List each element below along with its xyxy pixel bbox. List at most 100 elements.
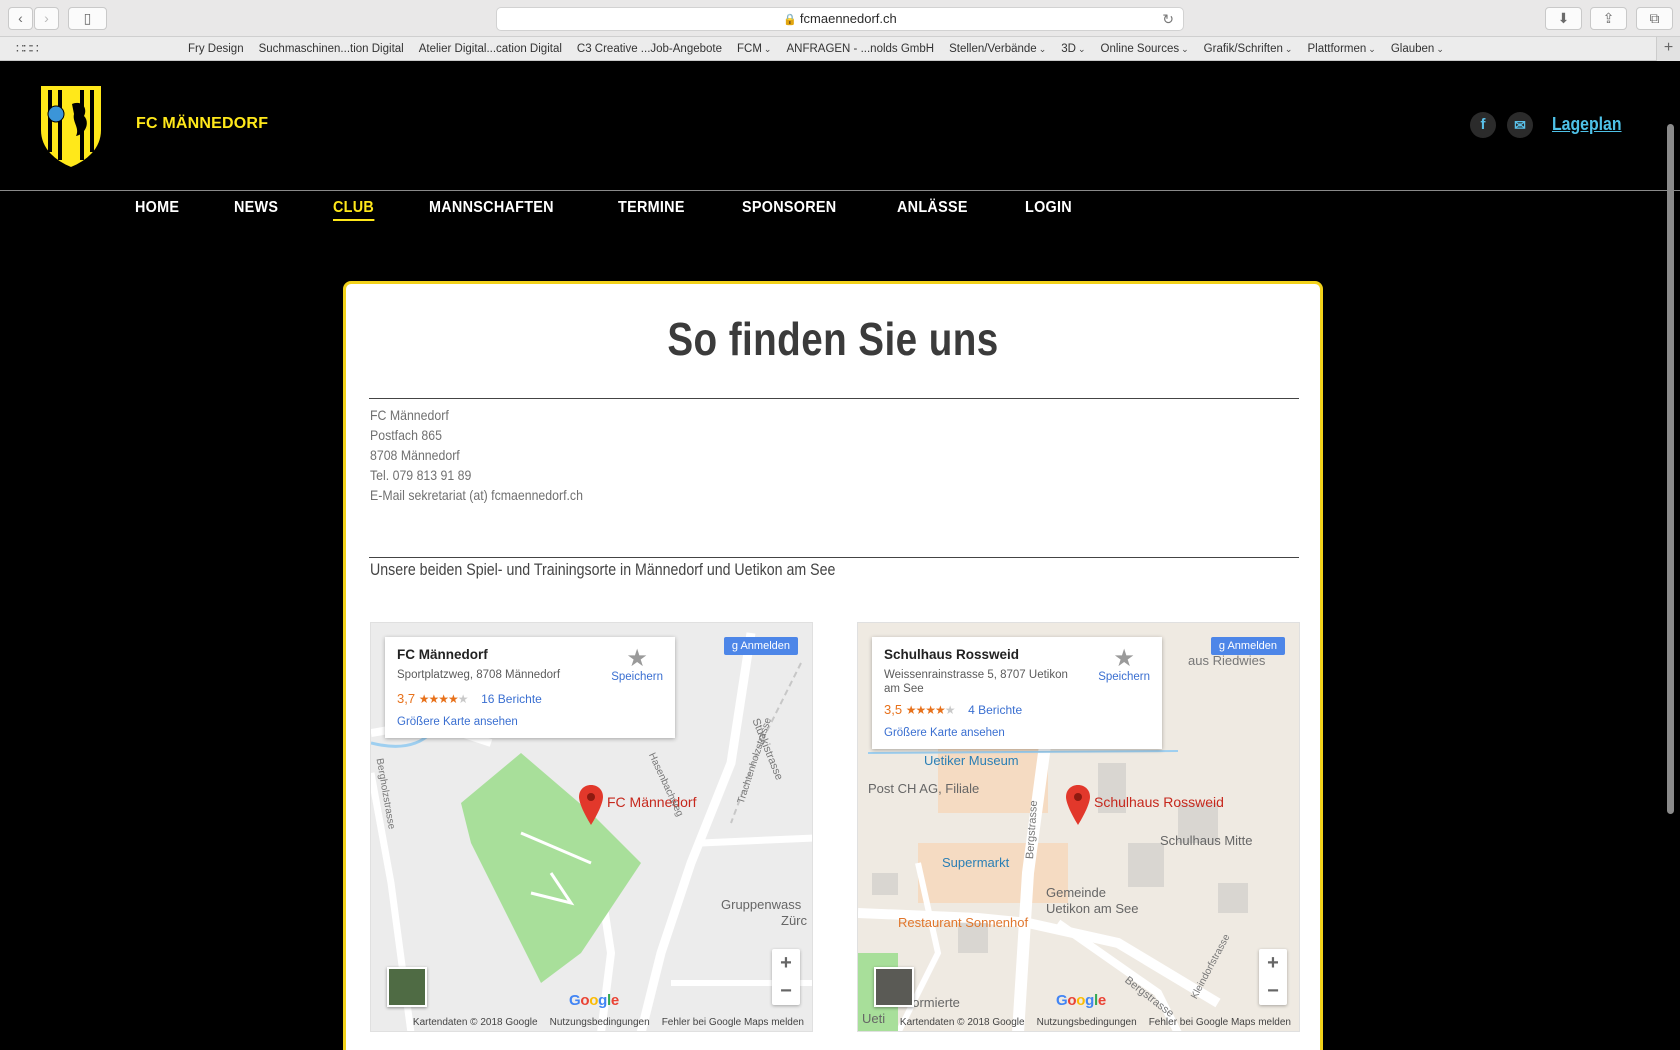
bookmark-item[interactable]: Atelier Digital...cation Digital — [419, 43, 562, 55]
header-divider — [0, 190, 1680, 191]
chevron-down-icon: ⌄ — [1077, 44, 1086, 54]
bookmark-item[interactable]: Fry Design — [188, 43, 244, 55]
nav-item-anlässe[interactable]: ANLÄSSE — [897, 199, 968, 221]
divider — [369, 398, 1299, 399]
supermarket-label: Supermarkt — [942, 855, 1010, 870]
terms-link[interactable]: Nutzungsbedingungen — [1037, 1017, 1137, 1028]
website: FC MÄNNEDORF f ✉ Lageplan HOME NEWS CLUB MA… — [0, 62, 1680, 1050]
place-rating: 3,7 ★★★★★ 16 Berichte — [397, 691, 663, 706]
bookmark-label: Fry Design — [188, 43, 244, 55]
chevron-down-icon: ⌄ — [1284, 44, 1293, 54]
place-address: Sportplatzweg, 8708 Männedorf — [397, 669, 561, 681]
address-line: Tel. 079 813 91 89 — [370, 467, 472, 483]
bookmark-list: Fry Design Suchmaschinen...tion Digital At… — [188, 37, 1459, 61]
report-error-link[interactable]: Fehler bei Google Maps melden — [662, 1017, 804, 1028]
save-label: Speichern — [1098, 671, 1150, 683]
municipality-label: Gemeinde — [1046, 885, 1106, 900]
bookmark-item[interactable]: Stellen/Verbände ⌄ — [949, 43, 1046, 55]
place-info-card: FC Männedorf Sportplatzweg, 8708 Männedo… — [385, 637, 675, 738]
nav-item-club[interactable]: CLUB — [333, 199, 375, 221]
mail-icon[interactable]: ✉ — [1507, 112, 1533, 138]
bookmark-item[interactable]: Glauben ⌄ — [1391, 43, 1444, 55]
nav-item-home[interactable]: HOME — [135, 199, 179, 221]
save-button[interactable]: ★ Speichern — [611, 647, 663, 684]
reviews-link[interactable]: 16 Berichte — [481, 692, 542, 706]
chevron-down-icon: ⌄ — [1436, 44, 1444, 54]
bookmark-label: Atelier Digital...cation Digital — [418, 43, 562, 55]
map-pin-icon[interactable] — [579, 785, 603, 825]
zoom-out-button[interactable]: − — [1259, 977, 1287, 1005]
star-icon: ★ — [1113, 645, 1135, 672]
pin-label: Schulhaus Rossweid — [1094, 794, 1224, 810]
locations-subtitle: Unsere beiden Spiel- und Trainingsorte i… — [370, 561, 836, 579]
bookmark-label: Online Sources — [1100, 43, 1180, 55]
zoom-control: + − — [1259, 949, 1287, 1005]
divider — [369, 557, 1299, 558]
save-button[interactable]: ★ Speichern — [1098, 645, 1150, 684]
nav-item-news[interactable]: NEWS — [234, 199, 278, 221]
nav-item-mannschaften[interactable]: MANNSCHAFTEN — [429, 199, 554, 221]
apps-grid-icon[interactable]: ∷∷∷ — [16, 41, 39, 57]
tabs-overview-button[interactable]: ⧉ — [1636, 7, 1673, 30]
lageplan-link[interactable]: Lageplan — [1552, 114, 1622, 135]
share-button[interactable]: ⇪ — [1590, 7, 1627, 30]
bookmarks-bar: ∷∷∷ Fry Design Suchmaschinen...tion Digit… — [0, 37, 1680, 61]
club-logo[interactable] — [36, 82, 106, 170]
chevron-down-icon: ⌄ — [763, 44, 772, 54]
bookmark-item[interactable]: ANFRAGEN - ...nolds GmbH — [786, 43, 934, 55]
zoom-out-button[interactable]: − — [772, 977, 800, 1005]
bookmark-item[interactable]: FCM ⌄ — [737, 43, 771, 55]
nav-item-termine[interactable]: TERMINE — [618, 199, 685, 221]
map-fc-maennedorf[interactable]: FC Männedorf Sportplatzweg, 8708 Männedo… — [370, 622, 813, 1032]
reviews-link[interactable]: 4 Berichte — [968, 703, 1022, 717]
rating-value: 3,5 — [884, 702, 903, 717]
terms-link[interactable]: Nutzungsbedingungen — [550, 1017, 650, 1028]
page-scrollbar[interactable] — [1667, 124, 1674, 814]
new-tab-button[interactable]: + — [1656, 37, 1680, 61]
zoom-in-button[interactable]: + — [772, 949, 800, 977]
rating-value: 3,7 — [397, 691, 416, 706]
tabs-icon: ⧉ — [1649, 10, 1660, 26]
bookmark-label: Grafik/Schriften — [1203, 43, 1283, 55]
map-pin-icon[interactable] — [1066, 785, 1090, 825]
restaurant-label: Restaurant Sonnenhof — [898, 915, 1029, 930]
facebook-icon[interactable]: f — [1470, 112, 1496, 138]
bookmark-item[interactable]: 3D ⌄ — [1061, 43, 1085, 55]
google-logo: Google — [1056, 992, 1106, 1009]
browser-toolbar: ‹ › ▯ 🔒 fcmaennedorf.ch ↻ ⬇ ⇪ ⧉ — [0, 0, 1680, 37]
downloads-button[interactable]: ⬇ — [1545, 7, 1582, 30]
signin-label: Anmelden — [740, 640, 790, 652]
address-bar[interactable]: 🔒 fcmaennedorf.ch ↻ — [496, 7, 1184, 31]
map-attribution: Kartendaten © 2018 Google Nutzungsbedingu… — [401, 1017, 804, 1028]
bookmark-item[interactable]: Suchmaschinen...tion Digital — [259, 43, 404, 55]
chevron-down-icon: ⌄ — [1038, 44, 1047, 54]
larger-map-link[interactable]: Größere Karte ansehen — [397, 716, 663, 728]
bookmark-item[interactable]: C3 Creative ...Job-Angebote — [577, 43, 722, 55]
forward-button[interactable]: › — [34, 7, 59, 30]
nav-item-login[interactable]: LOGIN — [1025, 199, 1072, 221]
map-data-label: Kartendaten © 2018 Google — [412, 1017, 538, 1028]
satellite-toggle[interactable] — [387, 967, 427, 1007]
reload-icon[interactable]: ↻ — [1162, 8, 1174, 30]
bookmark-label: ANFRAGEN - ...nolds GmbH — [786, 43, 935, 55]
signin-button[interactable]: g Anmelden — [723, 637, 798, 655]
download-icon: ⬇ — [1557, 10, 1570, 26]
satellite-toggle[interactable] — [874, 967, 914, 1007]
nav-item-sponsoren[interactable]: SPONSOREN — [742, 199, 836, 221]
sidebar-toggle-button[interactable]: ▯ — [68, 7, 107, 30]
address-line: Postfach 865 — [370, 427, 442, 443]
municipality-label: Uetikon am See — [1046, 901, 1139, 916]
site-brand[interactable]: FC MÄNNEDORF — [136, 115, 268, 133]
larger-map-link[interactable]: Größere Karte ansehen — [884, 727, 1150, 739]
report-error-link[interactable]: Fehler bei Google Maps melden — [1149, 1017, 1291, 1028]
bookmark-item[interactable]: Plattformen ⌄ — [1307, 43, 1375, 55]
map-data-label: Kartendaten © 2018 Google — [899, 1017, 1025, 1028]
bookmark-label: FCM — [737, 43, 762, 55]
zoom-in-button[interactable]: + — [1259, 949, 1287, 977]
lock-icon: 🔒 — [783, 14, 797, 26]
url-text: fcmaennedorf.ch — [799, 11, 897, 26]
back-button[interactable]: ‹ — [8, 7, 33, 30]
map-schulhaus-rossweid[interactable]: Schulhaus Rossweid Weissenrainstrasse 5,… — [857, 622, 1300, 1032]
bookmark-item[interactable]: Grafik/Schriften ⌄ — [1204, 43, 1293, 55]
bookmark-item[interactable]: Online Sources ⌄ — [1101, 43, 1189, 55]
